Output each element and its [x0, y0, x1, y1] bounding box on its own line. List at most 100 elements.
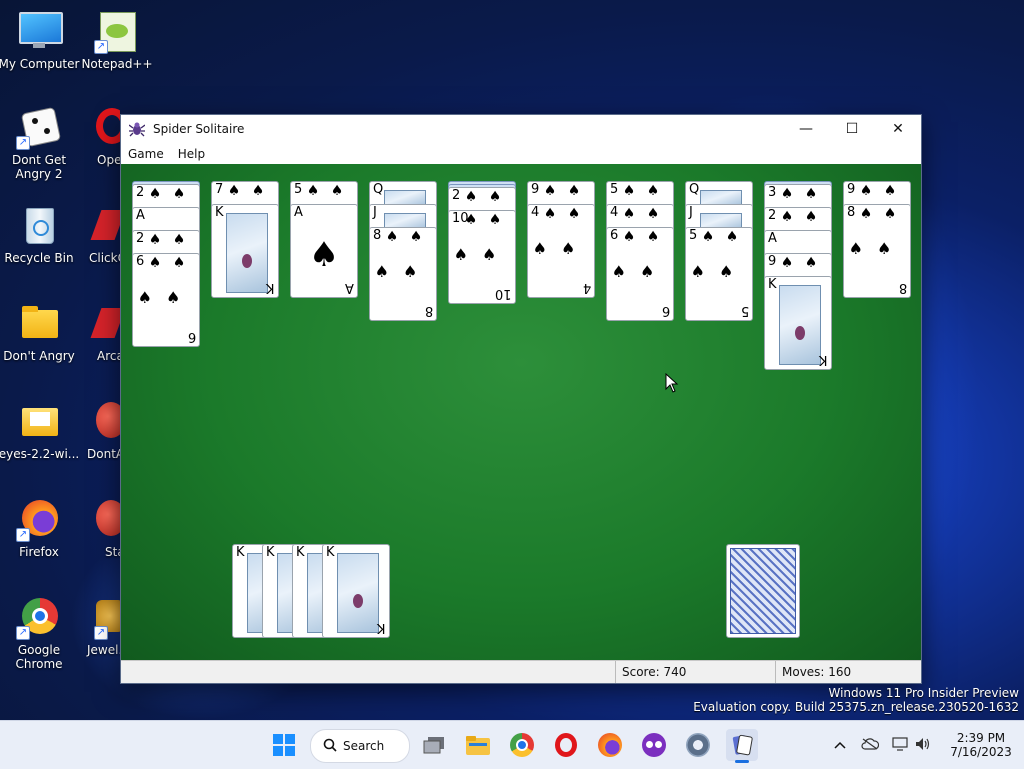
shortcut-arrow-icon: ↗: [16, 136, 30, 150]
card-rank-corner: 5: [740, 303, 749, 318]
volume-icon[interactable]: [912, 737, 934, 754]
card-center-suit: ♠♠: [532, 239, 590, 258]
playing-card[interactable]: 6 ♠ ♠ ♠♠ 6: [132, 253, 200, 347]
recycle-bin-icon: [16, 204, 62, 248]
menu-game[interactable]: Game: [121, 147, 171, 161]
watermark-line-1: Windows 11 Pro Insider Preview: [828, 686, 1019, 700]
folder-icon: [16, 400, 62, 444]
windows-logo-icon: [273, 734, 295, 756]
menu-help[interactable]: Help: [171, 147, 212, 161]
folder-icon: [16, 302, 62, 346]
status-bar: Score: 740 Moves: 160: [121, 660, 921, 683]
spider-solitaire-taskbar-button[interactable]: [726, 729, 758, 763]
card-pips: ♠ ♠: [148, 255, 186, 271]
eyes-taskbar-button[interactable]: [638, 729, 670, 761]
spider-solitaire-window[interactable]: Spider Solitaire — ☐ ✕ Game Help 2♠♠A♠2♠…: [120, 114, 922, 684]
cloud-offline-icon[interactable]: [856, 737, 884, 753]
app-icon: [94, 400, 120, 444]
card-pips: ♠ ♠: [543, 206, 581, 222]
desktop-icon-start[interactable]: Start: [75, 498, 120, 559]
card-pips: ♠ ♠: [385, 229, 423, 245]
desktop-icon-label: eyes-2.2-wi...: [0, 447, 80, 461]
card-rank-corner: K: [377, 620, 386, 635]
mouse-cursor-icon: [665, 373, 679, 393]
desktop-icon-dont-angry-folder[interactable]: Don't Angry: [0, 302, 81, 363]
maximize-button[interactable]: ☐: [829, 115, 875, 143]
desktop-icon-firefox[interactable]: ↗ Firefox: [0, 498, 81, 559]
game-table[interactable]: 2♠♠A♠2♠♠6♠♠♠♠67♠♠KK5♠♠A♠♠AQJ8♠♠♠♠82♠♠10♠…: [121, 164, 921, 660]
desktop-icon-arcade[interactable]: Arcade: [75, 302, 120, 363]
face-card-art: [337, 553, 379, 633]
minimize-button[interactable]: —: [783, 115, 829, 143]
card-pips: ♠ ♠: [859, 206, 897, 222]
desktop-icon-notepadpp[interactable]: ↗ Notepad++: [75, 10, 159, 71]
card-rank: J: [689, 205, 693, 220]
card-rank: A: [768, 231, 777, 246]
taskbar-search[interactable]: Search: [310, 729, 410, 763]
watermark-line-2: Evaluation copy. Build 25375.zn_release.…: [693, 700, 1019, 714]
search-icon: [323, 738, 337, 755]
taskbar: Search 2:39 PM 7/16/2023: [0, 720, 1024, 769]
playing-card[interactable]: 8 ♠ ♠ ♠♠ 8: [843, 204, 911, 298]
card-center-suit: ♠♠: [848, 239, 906, 258]
task-view-button[interactable]: [418, 729, 450, 761]
card-rank: K: [768, 277, 777, 292]
desktop-icon-my-computer[interactable]: My Computer: [0, 10, 81, 71]
playing-card[interactable]: KK: [211, 204, 279, 298]
playing-card[interactable]: 4 ♠ ♠ ♠♠ 4: [527, 204, 595, 298]
title-bar[interactable]: Spider Solitaire — ☐ ✕: [121, 115, 921, 143]
card-rank: K: [215, 205, 224, 220]
network-icon[interactable]: [888, 736, 912, 754]
close-button[interactable]: ✕: [875, 115, 921, 143]
eyes-icon: [642, 733, 666, 757]
playing-card[interactable]: 6 ♠ ♠ ♠♠ 6: [606, 227, 674, 321]
desktop-icon-label: Dont Get Angry 2: [11, 153, 67, 181]
app-icon: [90, 302, 120, 346]
file-explorer-button[interactable]: [462, 729, 494, 761]
card-pips: ♠ ♠: [227, 183, 265, 199]
settings-taskbar-button[interactable]: [682, 729, 714, 761]
desktop-icon-google-chrome[interactable]: ↗ Google Chrome: [0, 596, 81, 671]
shortcut-arrow-icon: ↗: [16, 626, 30, 640]
completed-set-card[interactable]: KK: [322, 544, 390, 638]
opera-icon: [94, 106, 120, 150]
desktop-icon-eyes[interactable]: eyes-2.2-wi...: [0, 400, 81, 461]
desktop-icon-label: Start: [105, 545, 120, 559]
desktop-icon-label: Google Chrome: [15, 643, 63, 671]
card-rank: K: [236, 545, 245, 560]
card-pips: ♠ ♠: [306, 183, 344, 199]
clock[interactable]: 2:39 PM 7/16/2023: [944, 721, 1018, 769]
firefox-taskbar-button[interactable]: [594, 729, 626, 761]
system-tray: [832, 721, 934, 769]
playing-card[interactable]: A♠♠A: [290, 204, 358, 298]
card-rank-corner: 10: [495, 286, 512, 301]
card-rank: J: [373, 205, 377, 220]
task-view-icon: [423, 737, 444, 754]
playing-card[interactable]: KK: [764, 276, 832, 370]
playing-card[interactable]: 8 ♠ ♠ ♠♠ 8: [369, 227, 437, 321]
chrome-taskbar-button[interactable]: [506, 729, 538, 761]
desktop-icon-dontangry[interactable]: DontAngry: [75, 400, 120, 461]
desktop-icon-dont-get-angry-2[interactable]: ↗ Dont Get Angry 2: [0, 106, 81, 181]
playing-card[interactable]: 5 ♠ ♠ ♠♠ 5: [685, 227, 753, 321]
start-button[interactable]: [268, 729, 300, 761]
card-rank-corner: 8: [424, 303, 433, 318]
search-label: Search: [343, 739, 385, 753]
playing-card[interactable]: 10 ♠ ♠ ♠♠ 10: [448, 210, 516, 304]
card-pips: ♠ ♠: [780, 255, 818, 271]
opera-taskbar-button[interactable]: [550, 729, 582, 761]
card-rank: A: [136, 208, 145, 223]
desktop-icon-label: Jewel...: [87, 643, 120, 657]
card-pips: ♠ ♠: [622, 183, 660, 199]
card-rank-corner: 6: [661, 303, 670, 318]
desktop-icon-opera[interactable]: Opera Browser: [75, 106, 120, 167]
jewel-icon: ↗: [94, 596, 120, 640]
card-center-suit: ♠♠: [690, 262, 748, 281]
score-label: Score: 740: [615, 661, 772, 683]
desktop-icon-clickonce[interactable]: ClickOnce: [75, 204, 120, 265]
desktop-icon-jewel[interactable]: ↗ Jewel...: [75, 596, 120, 657]
desktop-icon-recycle-bin[interactable]: Recycle Bin: [0, 204, 81, 265]
watermark: Windows 11 Pro Insider Preview Evaluatio…: [693, 686, 1019, 714]
stock-pile[interactable]: [726, 544, 800, 638]
chevron-up-icon[interactable]: [832, 738, 848, 752]
